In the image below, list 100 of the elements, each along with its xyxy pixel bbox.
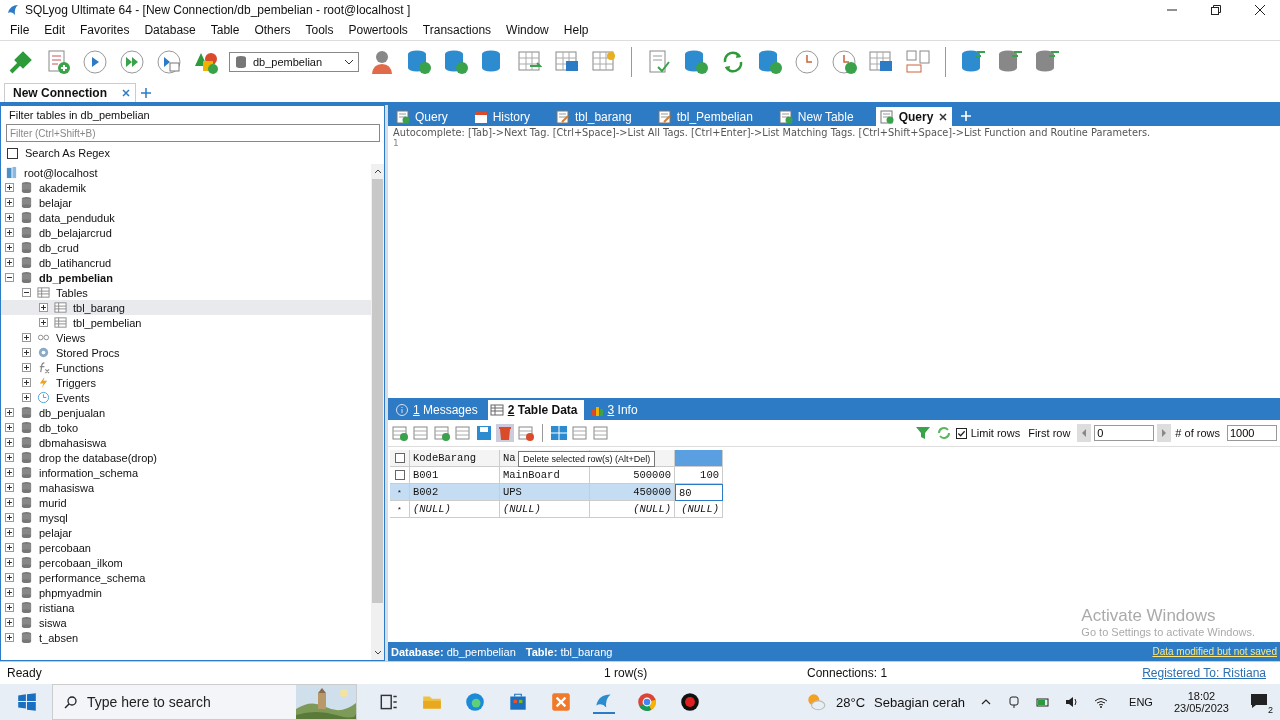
menu-item[interactable]: Transactions [422, 23, 492, 37]
app-icon[interactable] [550, 691, 572, 713]
clock[interactable]: 18:02 23/05/2023 [1173, 690, 1229, 714]
expander-icon[interactable] [22, 288, 31, 297]
tree-item[interactable]: percobaan [1, 540, 371, 555]
volume-icon[interactable] [1065, 695, 1080, 709]
tree-item[interactable]: percobaan_ilkom [1, 555, 371, 570]
tree-item[interactable]: information_schema [1, 465, 371, 480]
tree-item[interactable]: db_belajarcrud [1, 225, 371, 240]
query-tab[interactable]: History [469, 107, 551, 126]
close-icon[interactable] [1254, 4, 1266, 16]
tree-item[interactable]: tbl_pembelian [1, 315, 371, 330]
row-add-icon[interactable] [391, 424, 409, 442]
tree-item[interactable]: Triggers [1, 375, 371, 390]
start-icon[interactable] [16, 691, 38, 713]
expander-icon[interactable] [5, 198, 14, 207]
microphone-icon[interactable] [1007, 695, 1022, 709]
menu-item[interactable]: Window [506, 23, 549, 37]
result-tab[interactable]: 3 Info [587, 400, 644, 420]
browser-icon[interactable] [464, 691, 486, 713]
tree-item[interactable]: db_pembelian [1, 270, 371, 285]
tree-item[interactable]: drop the database(drop) [1, 450, 371, 465]
regex-checkbox[interactable] [7, 147, 18, 159]
tree-item[interactable]: ristiana [1, 600, 371, 615]
registered-link[interactable]: Registered To: Ristiana [1142, 666, 1273, 680]
menu-item[interactable]: File [10, 23, 30, 37]
play-icon[interactable] [81, 47, 109, 76]
menu-item[interactable]: Powertools [348, 23, 408, 37]
header-cell[interactable] [390, 450, 410, 467]
expander-icon[interactable] [5, 213, 14, 222]
expander-icon[interactable] [22, 378, 31, 387]
tree-item[interactable]: dbmahasiswa [1, 435, 371, 450]
tree-item[interactable]: db_toko [1, 420, 371, 435]
menu-item[interactable]: Favorites [80, 23, 130, 37]
tree-item[interactable]: db_crud [1, 240, 371, 255]
expander-icon[interactable] [5, 558, 14, 567]
expander-icon[interactable] [5, 423, 14, 432]
tree-item[interactable]: mahasiswa [1, 480, 371, 495]
expander-icon[interactable] [5, 468, 14, 477]
tree-item[interactable]: Events [1, 390, 371, 405]
tree-item[interactable]: belajar [1, 195, 371, 210]
row-marker[interactable]: * [390, 484, 410, 501]
expander-icon[interactable] [5, 603, 14, 612]
menu-item[interactable]: Table [210, 23, 240, 37]
clock-icon[interactable] [793, 47, 821, 76]
database-dropdown[interactable]: db_pembelian [229, 51, 359, 72]
connection-tab[interactable]: New Connection [4, 83, 136, 102]
first-row-field[interactable]: 0 [1094, 425, 1155, 441]
chrome-icon[interactable] [636, 691, 658, 713]
tree-item[interactable]: root@localhost [1, 165, 371, 180]
tree-item[interactable]: Views [1, 330, 371, 345]
expander-icon[interactable] [5, 573, 14, 582]
tree-item[interactable]: phpmyadmin [1, 585, 371, 600]
limit-rows-checkbox[interactable] [955, 427, 967, 439]
query-tab[interactable]: tbl_barang [552, 107, 652, 126]
expander-icon[interactable] [5, 453, 14, 462]
expander-icon[interactable] [5, 633, 14, 642]
expander-icon[interactable] [5, 588, 14, 597]
weather-condition[interactable]: Sebagian cerah [874, 694, 966, 710]
rows-count-field[interactable]: 1000 [1227, 425, 1277, 441]
row-duplicate-icon[interactable] [433, 424, 451, 442]
wifi-icon[interactable] [1094, 695, 1109, 709]
expander-icon[interactable] [39, 303, 48, 312]
table-row[interactable]: * (NULL) (NULL) (NULL) (NULL) [390, 501, 723, 518]
menu-item[interactable]: Edit [44, 23, 66, 37]
expander-icon[interactable] [22, 348, 31, 357]
tree-item[interactable]: mysql [1, 510, 371, 525]
add-tab-icon[interactable] [140, 87, 152, 99]
table-row[interactable]: * B002 UPS 450000 80 [390, 484, 723, 501]
expander-icon[interactable] [22, 363, 31, 372]
expander-icon[interactable] [5, 183, 14, 192]
tree-item[interactable]: siswa [1, 615, 371, 630]
tree-item[interactable]: akademik [1, 180, 371, 195]
tree-item[interactable]: Stored Procs [1, 345, 371, 360]
play-table-icon[interactable] [155, 47, 183, 76]
temperature[interactable]: 28°C [835, 694, 865, 710]
result-tab[interactable]: 2 Table Data [487, 400, 584, 420]
tree-item[interactable]: tbl_barang [1, 300, 371, 315]
filter-field[interactable]: Filter (Ctrl+Shift+B) [6, 124, 380, 142]
record-icon[interactable] [679, 691, 701, 713]
expander-icon[interactable] [5, 273, 14, 282]
previous-button[interactable] [1077, 424, 1092, 442]
next-button[interactable] [1157, 424, 1172, 442]
expander-icon[interactable] [5, 483, 14, 492]
cancel-icon[interactable] [517, 424, 535, 442]
tree-item[interactable]: Tables [1, 285, 371, 300]
fast-forward-icon[interactable] [118, 47, 146, 76]
tree-item[interactable]: performance_schema [1, 570, 371, 585]
menu-item[interactable]: Database [144, 23, 196, 37]
filter-icon[interactable] [913, 424, 932, 442]
expander-icon[interactable] [5, 258, 14, 267]
store-icon[interactable] [507, 691, 529, 713]
language-indicator[interactable]: ENG [1129, 696, 1153, 708]
tree-item[interactable]: db_penjualan [1, 405, 371, 420]
expander-icon[interactable] [5, 498, 14, 507]
row-checkbox[interactable] [394, 470, 405, 480]
expander-icon[interactable] [5, 528, 14, 537]
tree-item[interactable]: db_latihancrud [1, 255, 371, 270]
menu-item[interactable]: Tools [305, 23, 334, 37]
expander-icon[interactable] [22, 393, 31, 402]
